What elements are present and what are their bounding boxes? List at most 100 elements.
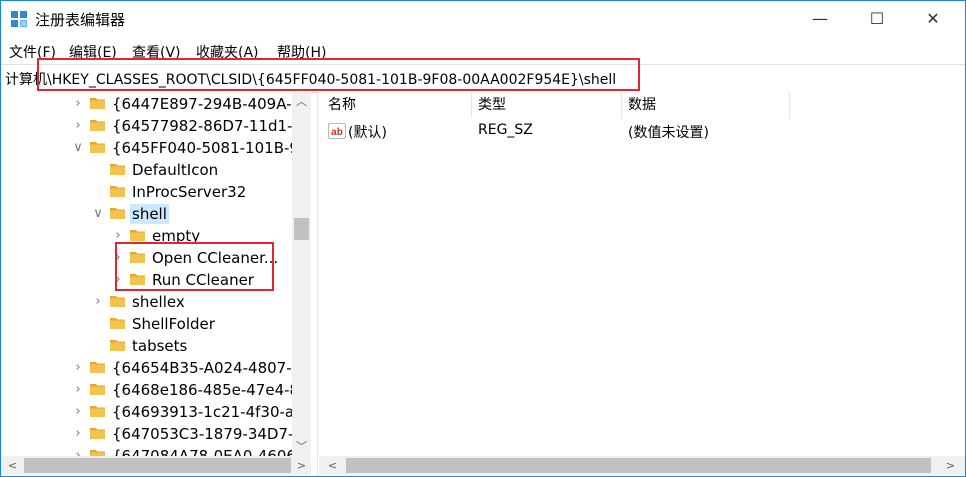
chevron-right-icon[interactable]: › <box>71 402 85 422</box>
tree-horizontal-scroll-thumb[interactable] <box>24 458 291 473</box>
menu-favorites[interactable]: 收藏夹(A) <box>196 42 259 62</box>
folder-icon <box>110 296 125 307</box>
tree-item[interactable]: ∨ {645FF040-5081-101B-9F <box>1 137 307 159</box>
tree-item-label: DefaultIcon <box>132 161 219 179</box>
chevron-right-icon[interactable]: › <box>71 424 85 444</box>
column-separator[interactable] <box>471 92 472 118</box>
value-name: (默认) <box>348 125 387 141</box>
value-row[interactable]: ab (默认) REG_SZ (数值未设置) <box>319 120 965 142</box>
pane-splitter[interactable] <box>317 92 318 475</box>
column-type-header[interactable]: 类型 <box>478 92 506 118</box>
tree-item[interactable]: › {647053C3-1879-34D7-A <box>1 423 303 445</box>
tree-item-label: {64577982-86D7-11d1-B <box>112 117 303 135</box>
tree-item-label: {6468e186-485e-47e4-83 <box>112 381 309 399</box>
chevron-right-icon[interactable]: › <box>71 446 85 456</box>
window-title: 注册表编辑器 <box>35 11 126 29</box>
column-separator[interactable] <box>789 92 790 118</box>
tree-item[interactable]: › {64577982-86D7-11d1-B <box>1 115 302 137</box>
menu-edit[interactable]: 编辑(E) <box>69 42 117 62</box>
scroll-down-icon[interactable]: ﹀ <box>292 437 311 456</box>
tree-item[interactable]: › {64654B35-A024-4807-8 <box>1 357 301 379</box>
chevron-down-icon[interactable]: ∨ <box>71 138 85 158</box>
folder-icon <box>90 406 105 417</box>
registry-editor-icon <box>11 11 27 27</box>
chevron-right-icon[interactable]: › <box>111 270 125 290</box>
tree-item[interactable]: tabsets <box>1 335 291 357</box>
folder-icon <box>90 450 105 456</box>
chevron-right-icon[interactable]: › <box>111 248 125 268</box>
folder-icon <box>110 164 125 175</box>
values-list[interactable]: 名称 类型 数据 ab (默认) REG_SZ (数值未设置) <box>319 92 965 456</box>
scroll-left-icon[interactable]: < <box>3 456 22 475</box>
folder-icon <box>90 120 105 131</box>
tree-item[interactable]: ShellFolder <box>1 313 291 335</box>
tree-item-label: tabsets <box>132 337 188 355</box>
tree-item-label: {647084A78-0EA0-4606-8 <box>112 447 311 456</box>
tree-item-label: InProcServer32 <box>132 183 247 201</box>
maximize-button[interactable]: ☐ <box>853 1 901 37</box>
tree-item[interactable]: › empty <box>1 225 291 247</box>
value-data: (数值未设置) <box>628 125 709 141</box>
tree-item-label: {6447E897-294B-409A-BI <box>112 95 306 113</box>
scroll-right-icon[interactable]: > <box>292 456 311 475</box>
column-data-header[interactable]: 数据 <box>628 92 656 118</box>
menu-view[interactable]: 查看(V) <box>132 42 181 62</box>
tree-item[interactable]: › {647084A78-0EA0-4606-8 <box>1 445 311 456</box>
folder-icon <box>130 252 145 263</box>
tree-item-label: Open CCleaner... <box>152 249 279 267</box>
tree-vertical-scrollbar[interactable]: ︿ ﹀ <box>292 92 311 456</box>
tree-item[interactable]: InProcServer32 <box>1 181 291 203</box>
tree-vertical-scroll-thumb[interactable] <box>294 218 309 240</box>
values-horizontal-scroll-thumb[interactable] <box>346 458 931 473</box>
chevron-right-icon[interactable]: › <box>71 380 85 400</box>
chevron-down-icon[interactable]: ∨ <box>91 204 105 224</box>
tree-item[interactable]: › Open CCleaner... <box>1 247 291 269</box>
tree-horizontal-scrollbar[interactable]: < > <box>1 456 311 475</box>
values-header: 名称 类型 数据 <box>319 92 965 118</box>
menu-help[interactable]: 帮助(H) <box>277 42 326 62</box>
scroll-up-icon[interactable]: ︿ <box>292 92 311 111</box>
chevron-right-icon[interactable]: › <box>91 292 105 312</box>
folder-icon <box>90 98 105 109</box>
folder-icon <box>130 274 145 285</box>
values-horizontal-scrollbar[interactable]: < > <box>319 456 965 475</box>
tree-item-label: empty <box>152 227 201 245</box>
address-path[interactable]: 计算机\HKEY_CLASSES_ROOT\CLSID\{645FF040-50… <box>5 69 616 89</box>
folder-icon <box>110 318 125 329</box>
folder-icon <box>110 186 125 197</box>
folder-icon <box>90 428 105 439</box>
minimize-button[interactable]: — <box>796 1 844 37</box>
address-bar[interactable]: 计算机\HKEY_CLASSES_ROOT\CLSID\{645FF040-50… <box>1 64 965 93</box>
chevron-right-icon[interactable]: › <box>71 94 85 114</box>
column-separator[interactable] <box>621 92 622 118</box>
tree-item-label: {64693913-1c21-4f30-a9 <box>112 403 304 421</box>
folder-icon <box>110 208 125 219</box>
scroll-left-icon[interactable]: < <box>323 456 342 475</box>
column-name-header[interactable]: 名称 <box>328 92 356 118</box>
string-value-icon: ab <box>328 123 346 139</box>
folder-icon <box>90 142 105 153</box>
tree-item[interactable]: › {6447E897-294B-409A-BI <box>1 93 305 115</box>
tree-item[interactable]: DefaultIcon <box>1 159 291 181</box>
folder-icon <box>90 384 105 395</box>
title-bar: 注册表编辑器 — ☐ ✕ <box>1 1 965 37</box>
tree-item-label: {64654B35-A024-4807-8 <box>112 359 302 377</box>
close-button[interactable]: ✕ <box>909 1 957 37</box>
chevron-right-icon[interactable]: › <box>71 116 85 136</box>
chevron-right-icon[interactable]: › <box>111 226 125 246</box>
folder-icon <box>130 230 145 241</box>
chevron-right-icon[interactable]: › <box>71 358 85 378</box>
tree-item[interactable]: › {6468e186-485e-47e4-83 <box>1 379 308 401</box>
tree-item[interactable]: ∨ shell <box>1 203 291 225</box>
tree-item-label: Run CCleaner <box>152 271 254 289</box>
tree-item[interactable]: › shellex <box>1 291 291 313</box>
folder-icon <box>90 362 105 373</box>
tree-item-label: {645FF040-5081-101B-9F <box>112 139 308 157</box>
string-value-icon-text: ab <box>331 127 343 138</box>
tree-item[interactable]: › {64693913-1c21-4f30-a9 <box>1 401 303 423</box>
menu-file[interactable]: 文件(F) <box>9 42 56 62</box>
registry-editor-window: 注册表编辑器 — ☐ ✕ 文件(F) 编辑(E) 查看(V) 收藏夹(A) 帮助… <box>0 0 966 477</box>
tree-item[interactable]: › Run CCleaner <box>1 269 291 291</box>
registry-key-tree[interactable]: › {6447E897-294B-409A-BI › {64577982-86D7-1… <box>1 92 311 456</box>
scroll-right-icon[interactable]: > <box>941 456 960 475</box>
